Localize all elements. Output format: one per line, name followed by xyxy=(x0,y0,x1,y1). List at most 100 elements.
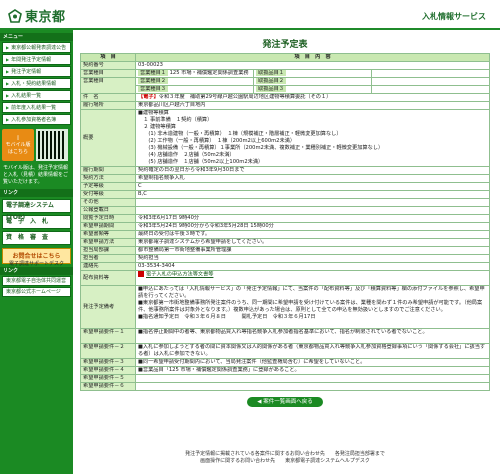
req1-label: 希望申請要件－１ xyxy=(80,328,136,344)
sub2-value xyxy=(371,77,490,86)
table-row: 概要 ■建物等積算 １ 事前準備 １契約（積算） ２ 建物等積算 (1) 非木造… xyxy=(80,109,490,167)
notice-line: ■申込にあたっては「入札情報サービス」の「発注予定情報」にて、当案件の「配布資料… xyxy=(138,286,485,300)
page-footer: 発注予定情報に掲載されている各案件に関するお問い合わせ先 各発注局担当部署まで … xyxy=(80,451,490,465)
req4-value: ■営業品目「125 市場・補償鑑定関係調査業務」に登録があること。 xyxy=(135,366,490,375)
req6-value xyxy=(135,382,490,391)
pub-label: 閲覧予定日時 xyxy=(80,214,136,223)
back-button-label: 案件一覧画面へ戻る xyxy=(263,399,313,405)
biz1-label: 営業種目 xyxy=(80,69,136,78)
table-row: 担当者 契約担当 xyxy=(80,254,490,263)
pub-value: 令和3年6月17日 9時40分 xyxy=(135,214,490,223)
mobile-link[interactable]: ▯ モバイル版 はこちら xyxy=(2,129,34,161)
table-row: 営業種目 営業種目１ 125 市場・補償鑑定関係調査業務 取扱品目１ xyxy=(80,69,490,78)
biz1-tag: 営業種目１ xyxy=(138,70,168,76)
qr-code-icon xyxy=(36,129,68,161)
links-heading: リンク xyxy=(0,189,73,197)
order-plan-table: 項 目 項 目 内 容 契約番号 03-00023 営業種目 営業種目１ 125… xyxy=(80,53,490,391)
electronic-bid-link[interactable]: 電 子 入 札 xyxy=(2,215,71,229)
summary-cell: ■建物等積算 １ 事前準備 １契約（積算） ２ 建物等積算 (1) 非木造建物（… xyxy=(135,109,490,167)
sub2-cell: 取扱品目２ xyxy=(253,77,372,86)
notice-cell: ■申込にあたっては「入札情報サービス」の「発注予定情報」にて、当案件の「配布資料… xyxy=(135,285,490,329)
table-row: 件 名 【電子】令和３年度 補助第29号線戸越公園駅周辺地区建物等積算委託（その… xyxy=(80,93,490,102)
table-row: 連絡先 03-3534-3404 xyxy=(80,262,490,271)
notice-line: ■指名通知予定日 令和３年６月８日 開札予定日 令和３年６月17日 xyxy=(138,314,316,320)
biz3-cell: 営業種目３ xyxy=(135,85,254,94)
grade2-label: 受付等級 xyxy=(80,190,136,199)
table-row: 履行場所 東京都品川区戸越六丁目地内 xyxy=(80,101,490,110)
table-row: 担当局部課 都市整備局第一市街地整備事業所管理課 xyxy=(80,246,490,255)
biz1-cell: 営業種目１ 125 市場・補償鑑定関係調査業務 xyxy=(135,69,254,78)
menu-item-results-list[interactable]: 入札結果一覧 xyxy=(2,90,71,101)
biz3-tag: 営業種目３ xyxy=(138,86,168,92)
tokyo-logo[interactable]: 東京都 xyxy=(8,6,66,25)
table-row: 希望申請要件－４ ■営業品目「125 市場・補償鑑定関係調査業務」に登録があること… xyxy=(80,366,490,375)
doc-label: 配布資料等 xyxy=(80,270,136,286)
summary-line: ２ 建物等積算 xyxy=(138,124,176,130)
table-row: 履行期間 契約確定の日の翌日から令和3年9月30日まで xyxy=(80,166,490,175)
grade-label: 予定等級 xyxy=(80,182,136,191)
table-row: 受付等級 B,C xyxy=(80,190,490,199)
sub3-tag: 取扱品目３ xyxy=(256,86,286,92)
menu-item-registry[interactable]: 入札参加資格者名簿 xyxy=(2,114,71,125)
req3-value: ■同一希望申請受付期間内において、当局発注案件（他監査権局含む）に希望をしていな… xyxy=(135,358,490,367)
procurement-top-link[interactable]: 電子調達システム(TOP) xyxy=(2,199,71,221)
back-to-list-button[interactable]: ◀ 案件一覧画面へ戻る xyxy=(247,397,323,407)
service-title: 入札情報サービス xyxy=(422,12,486,21)
tel-label: 連絡先 xyxy=(80,262,136,271)
joint-operation-link[interactable]: 東京都電子自治体共同運営 xyxy=(2,276,71,286)
name-label: 件 名 xyxy=(80,93,136,102)
summary-line: ■建物等積算 xyxy=(138,110,169,117)
sub3-value xyxy=(371,85,490,94)
table-row: 営業種目３ 取扱品目３ xyxy=(81,85,490,94)
req5-label: 希望申請要件－５ xyxy=(80,374,136,383)
contact-link[interactable]: お問合せはこちら 電子調達サポートデスク xyxy=(2,248,71,267)
electronic-tag: 【電子】 xyxy=(138,94,159,101)
header-rule xyxy=(0,28,500,30)
table-row: 希望申請要件－１ ■指名停止期間中の者等、東京都物品買入れ等指名競争入札参加者指名… xyxy=(80,328,490,344)
mobile-sub: はこちら xyxy=(7,149,28,155)
menu-item-annual-plan[interactable]: 年間発注予定情報 xyxy=(2,54,71,65)
summary-line: (4) 店舗造作 ２店舗（50m2未満） xyxy=(138,152,235,158)
way-value: 東京都電子調達システムから希望申請をしてください。 xyxy=(135,238,490,247)
main-content: 発注予定表 項 目 項 目 内 容 契約番号 03-00023 営業種目 営業種… xyxy=(80,34,490,407)
menu-item-bid-results[interactable]: 入札・契約結果情報 xyxy=(2,78,71,89)
gazette-date-label: 公報登載日 xyxy=(80,206,136,215)
table-row: 配布資料等 電子入札の申込方法等文書等 xyxy=(80,270,490,286)
name-value: 令和３年度 補助第29号線戸越公園駅周辺地区建物等積算委託（その１） xyxy=(158,94,332,101)
menu-item-order-plan[interactable]: 発注予定情報 xyxy=(2,66,71,77)
table-row: その他 xyxy=(80,198,490,207)
mobile-section: ▯ モバイル版 はこちら xyxy=(2,129,71,161)
menu-item-prev-results[interactable]: 前年度入札結果一覧 xyxy=(2,102,71,113)
table-row: 希望申請期間 令和3年5月24日 9時00分から令和3年5月28日 15時00分 xyxy=(80,222,490,231)
sidebar: メニュー 東京都公報発表調達公告 年間発注予定情報 発注予定情報 入札・契約結果… xyxy=(0,30,73,474)
doc-link[interactable]: 電子入札の申込方法等文書等 xyxy=(146,272,213,278)
method-label: 契約方法 xyxy=(80,174,136,183)
biz2-cell: 営業種目２ xyxy=(135,77,254,86)
biz2-tag: 営業種目２ xyxy=(138,78,168,84)
summary-line: (2) 工作物（一般・再積算） １棟（200m2以上600m2未満） xyxy=(138,138,296,144)
table-row: 契約番号 03-00023 xyxy=(80,61,490,70)
way-label: 希望申請方法 xyxy=(80,238,136,247)
docs-value: 最終日の受付は午後３時です。 xyxy=(135,230,490,239)
req4-label: 希望申請要件－４ xyxy=(80,366,136,375)
menu-item-official-gazette[interactable]: 東京都公報発表調達公告 xyxy=(2,42,71,53)
contract-no-label: 契約番号 xyxy=(80,61,136,70)
tokyo-emblem-icon xyxy=(8,8,22,23)
summary-line: １ 事前準備 １契約（積算） xyxy=(138,117,213,123)
table-row: 予定等級 C xyxy=(80,182,490,191)
header-item: 項 目 xyxy=(80,53,136,62)
person-value: 契約担当 xyxy=(135,254,490,263)
other-label: その他 xyxy=(80,198,136,207)
links2-heading: リンク xyxy=(0,267,73,275)
qualification-link[interactable]: 資 格 審 査 xyxy=(2,231,71,245)
tokyo-official-link[interactable]: 東京都公式ホームページ xyxy=(2,287,71,297)
sub2-tag: 取扱品目２ xyxy=(256,78,286,84)
other-value xyxy=(135,198,490,207)
table-row: 公報登載日 xyxy=(80,206,490,215)
page-title: 発注予定表 xyxy=(262,40,308,50)
app-value: 令和3年5月24日 9時00分から令和3年5月28日 15時00分 xyxy=(135,222,490,231)
summary-line: (3) 機械設備（一般・再積算）１事業所（200m2未満、複数補正・業種別補正・… xyxy=(138,145,384,151)
biz2-label: 営業種目 xyxy=(80,77,136,94)
summary-line: (1) 非木造建物（一般・再積算） １棟（規模補正・階層補正・軽微変更加算なし） xyxy=(138,131,342,137)
mobile-title: モバイル版 xyxy=(5,142,31,148)
